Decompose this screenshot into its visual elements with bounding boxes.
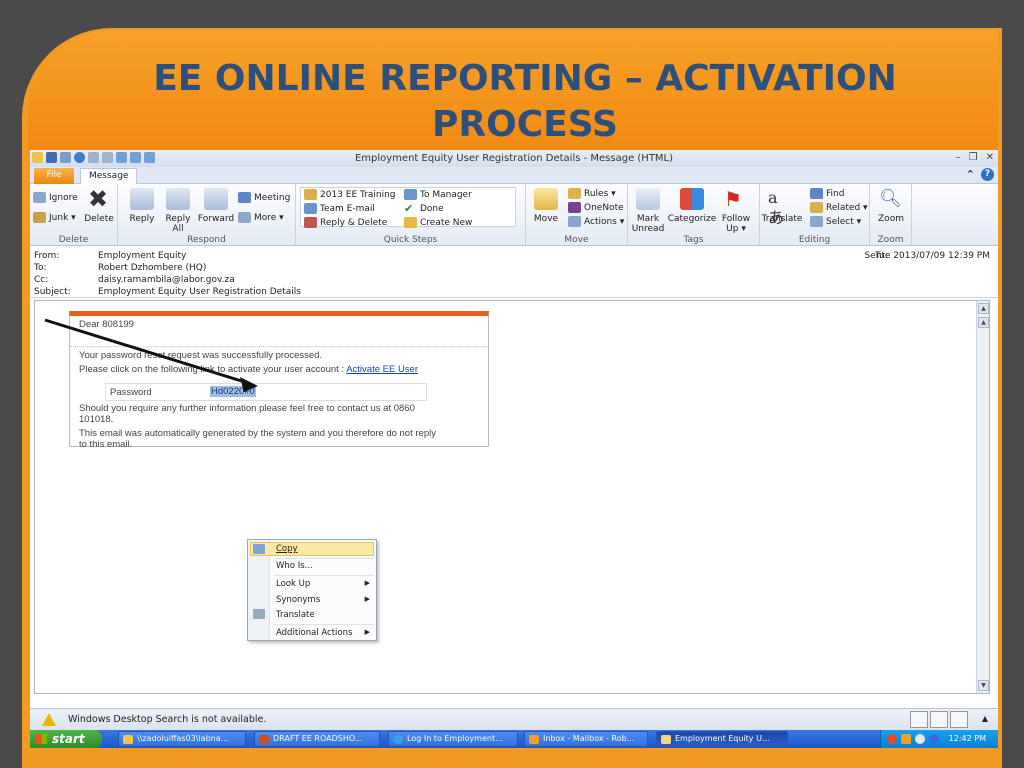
annotation-arrow-line <box>44 318 249 385</box>
annotation-arrow-head <box>240 377 258 392</box>
annotation-arrow <box>44 318 258 392</box>
